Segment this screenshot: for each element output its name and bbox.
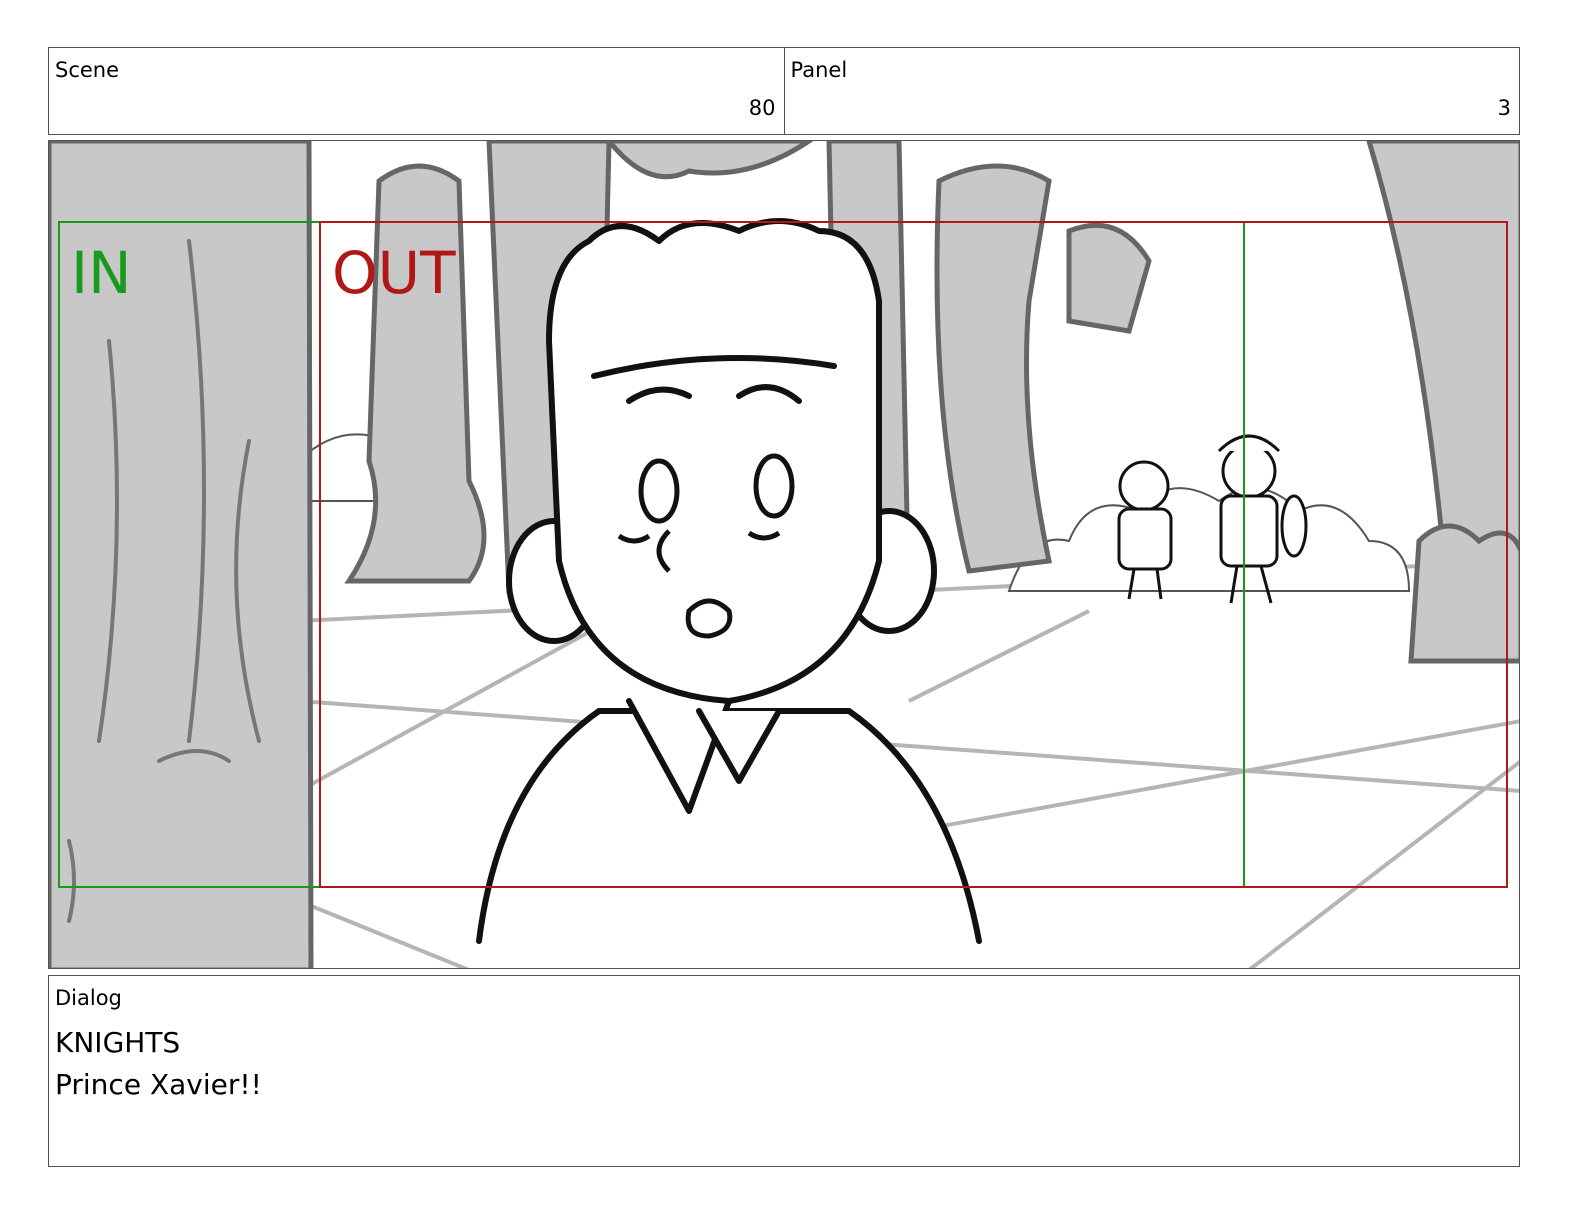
- panel-cell: Panel 3: [783, 48, 1520, 134]
- dialog-speaker: KNIGHTS: [55, 1026, 181, 1059]
- out-label: OUT: [332, 239, 456, 307]
- scene-cell: Scene 80: [49, 48, 784, 134]
- dialog-line: Prince Xavier!!: [55, 1068, 262, 1101]
- in-label: IN: [71, 239, 132, 307]
- scene-label: Scene: [55, 58, 120, 82]
- dialog-label: Dialog: [55, 986, 122, 1010]
- storyboard-frame: IN OUT: [48, 140, 1520, 969]
- storyboard-drawing: IN OUT: [49, 141, 1519, 968]
- panel-label: Panel: [790, 58, 848, 82]
- panel-header: Scene 80 Panel 3: [48, 47, 1520, 135]
- dialog-box: Dialog KNIGHTS Prince Xavier!!: [48, 975, 1520, 1167]
- panel-number: 3: [1497, 96, 1511, 120]
- scene-number: 80: [748, 96, 776, 120]
